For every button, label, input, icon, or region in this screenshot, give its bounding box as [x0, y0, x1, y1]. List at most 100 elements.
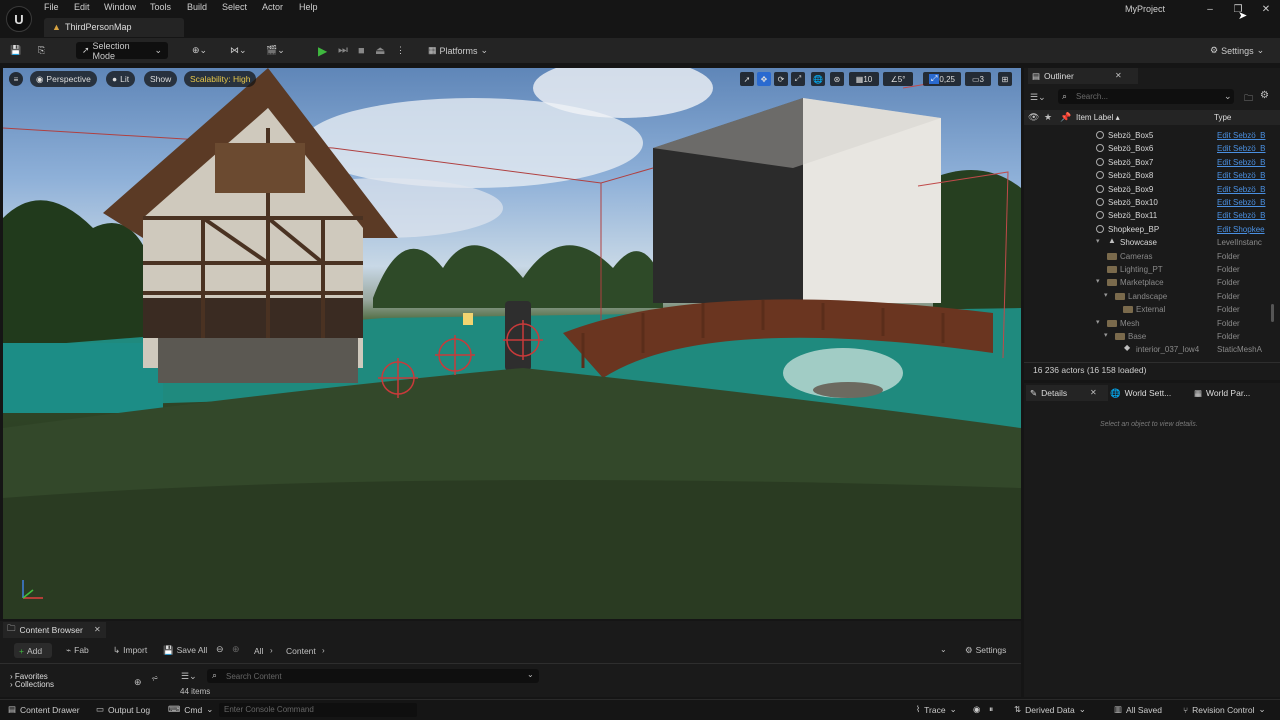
- level-viewport[interactable]: ≡ ◉ Perspective ● Lit Show Scalability: …: [3, 68, 1021, 619]
- source-control-icon[interactable]: ⎘: [38, 42, 45, 59]
- edit-blueprint-link[interactable]: Edit Sebzö_B: [1217, 198, 1277, 207]
- surface-snap-icon[interactable]: ⊛: [830, 72, 844, 86]
- settings-dropdown[interactable]: ⚙ Settings ⌄: [1210, 42, 1264, 59]
- item-label-column[interactable]: Item Label ▴: [1076, 113, 1120, 122]
- minimize-icon[interactable]: –: [1200, 1, 1220, 17]
- expand-arrow-icon[interactable]: ▾: [1096, 318, 1100, 326]
- history-back-icon[interactable]: ⊖: [216, 644, 224, 655]
- add-folder-icon[interactable]: 🗀: [1244, 91, 1253, 107]
- gear-icon[interactable]: ⚙: [1260, 90, 1269, 101]
- menu-build[interactable]: Build: [187, 2, 207, 12]
- outliner-folder-row[interactable]: ▾ Mesh Folder: [1024, 317, 1280, 330]
- pause-icon[interactable]: ⏸: [989, 704, 993, 715]
- console-command-input[interactable]: Enter Console Command: [219, 703, 417, 717]
- outliner-folder-row[interactable]: Cameras Folder: [1024, 250, 1280, 263]
- close-icon[interactable]: ✕: [1090, 388, 1097, 397]
- outliner-row[interactable]: Shopkeep_BP Edit Shopkee: [1024, 223, 1280, 236]
- content-search-input[interactable]: ⌕ Search Content ⌄: [207, 669, 539, 683]
- save-icon[interactable]: 💾: [10, 42, 21, 59]
- chevron-down-icon[interactable]: ⌄: [940, 645, 947, 654]
- expand-arrow-icon[interactable]: ▾: [1096, 237, 1100, 245]
- menu-actor[interactable]: Actor: [262, 2, 283, 12]
- camera-speed-button[interactable]: ▭ 3: [965, 72, 991, 86]
- collections-filter-icon[interactable]: ⩫: [151, 673, 159, 684]
- outliner-folder-row[interactable]: ▾ Marketplace Folder: [1024, 276, 1280, 289]
- expand-arrow-icon[interactable]: ▾: [1096, 277, 1100, 285]
- stop-icon[interactable]: ■: [358, 42, 365, 59]
- unreal-logo-icon[interactable]: U: [6, 6, 32, 32]
- scale-tool-icon[interactable]: ⤢: [791, 72, 805, 86]
- tab-content-browser[interactable]: 🗀 Content Browser: [3, 622, 106, 638]
- history-forward-icon[interactable]: ⊕: [232, 644, 240, 655]
- expand-arrow-icon[interactable]: ▾: [1104, 291, 1108, 299]
- edit-blueprint-link[interactable]: Edit Sebzö_B: [1217, 171, 1277, 180]
- viewport-menu-icon[interactable]: ≡: [9, 72, 23, 86]
- type-column[interactable]: Type: [1214, 113, 1231, 122]
- tab-map[interactable]: ▲ ThirdPersonMap: [44, 18, 184, 37]
- breadcrumb-content[interactable]: Content: [286, 646, 316, 656]
- favorite-icon[interactable]: ★: [1044, 112, 1052, 123]
- content-drawer-button[interactable]: ▤ Content Drawer: [8, 704, 80, 715]
- add-actor-icon[interactable]: ⊕⌄: [192, 42, 207, 59]
- menu-window[interactable]: Window: [104, 2, 136, 12]
- grid-snap-button[interactable]: ▦ 10: [849, 72, 879, 86]
- outliner-row[interactable]: Sebzö_Box5 Edit Sebzö_B: [1024, 129, 1280, 142]
- close-icon[interactable]: ✕: [1256, 1, 1276, 17]
- scalability-button[interactable]: Scalability: High: [184, 71, 257, 87]
- trace-dropdown[interactable]: ⌇ Trace ⌄: [916, 704, 957, 715]
- outliner-search-input[interactable]: ⌕ Search... ⌄: [1058, 89, 1234, 104]
- edit-blueprint-link[interactable]: Edit Shopkee: [1217, 225, 1277, 234]
- edit-blueprint-link[interactable]: Edit Sebzö_B: [1217, 185, 1277, 194]
- perspective-button[interactable]: ◉ Perspective: [30, 71, 97, 87]
- select-tool-icon[interactable]: ➚: [740, 72, 754, 86]
- outliner-folder-row[interactable]: ▾ Base Folder: [1024, 330, 1280, 343]
- pin-icon[interactable]: 📌: [1060, 112, 1071, 123]
- filter-icon[interactable]: ☰⌄: [1030, 92, 1046, 103]
- cmd-dropdown[interactable]: ⌨ Cmd ⌄: [168, 704, 213, 715]
- outliner-folder-row[interactable]: External Folder: [1024, 303, 1280, 316]
- record-icon[interactable]: ◉: [973, 704, 980, 715]
- outliner-row[interactable]: Sebzö_Box11 Edit Sebzö_B: [1024, 209, 1280, 222]
- outliner-folder-row[interactable]: Lighting_PT Folder: [1024, 263, 1280, 276]
- filter-icon[interactable]: ☰⌄: [181, 671, 197, 682]
- platforms-dropdown[interactable]: ▦ Platforms ⌄: [428, 42, 488, 59]
- menu-file[interactable]: File: [44, 2, 59, 12]
- outliner-folder-row[interactable]: ▾ Landscape Folder: [1024, 290, 1280, 303]
- selection-mode-dropdown[interactable]: ➚ Selection Mode ⌄: [76, 41, 168, 61]
- edit-blueprint-link[interactable]: Edit Sebzö_B: [1217, 131, 1277, 140]
- breadcrumb-all[interactable]: All: [254, 646, 263, 656]
- outliner-row[interactable]: Sebzö_Box6 Edit Sebzö_B: [1024, 142, 1280, 155]
- edit-blueprint-link[interactable]: Edit Sebzö_B: [1217, 144, 1277, 153]
- advance-frame-icon[interactable]: ⏭: [338, 42, 348, 59]
- edit-blueprint-link[interactable]: Edit Sebzö_B: [1217, 211, 1277, 220]
- revision-control-button[interactable]: ⑂ Revision Control ⌄: [1183, 704, 1266, 715]
- derived-data-button[interactable]: ⇅ Derived Data ⌄: [1014, 704, 1086, 715]
- rotate-tool-icon[interactable]: ⟳: [774, 72, 788, 86]
- all-saved-button[interactable]: ▥ All Saved: [1114, 704, 1162, 715]
- scale-snap-button[interactable]: ⤢ 0,25: [923, 72, 961, 86]
- visibility-icon[interactable]: 👁: [1028, 112, 1039, 123]
- close-icon[interactable]: ✕: [94, 625, 101, 634]
- more-options-icon[interactable]: ⋮: [396, 42, 405, 59]
- menu-edit[interactable]: Edit: [74, 2, 90, 12]
- outliner-row[interactable]: Sebzö_Box7 Edit Sebzö_B: [1024, 156, 1280, 169]
- tab-world-partition[interactable]: ▦ World Par...: [1194, 385, 1250, 401]
- translate-tool-icon[interactable]: ✥: [757, 72, 771, 86]
- add-button[interactable]: + Add: [14, 643, 52, 658]
- fab-button[interactable]: ⌁ Fab: [66, 645, 89, 656]
- menu-select[interactable]: Select: [222, 2, 247, 12]
- eject-icon[interactable]: ⏏: [375, 42, 385, 59]
- rotation-snap-button[interactable]: ∠ 5°: [883, 72, 913, 86]
- menu-help[interactable]: Help: [299, 2, 318, 12]
- menu-tools[interactable]: Tools: [150, 2, 171, 12]
- outliner-row[interactable]: Sebzö_Box8 Edit Sebzö_B: [1024, 169, 1280, 182]
- output-log-button[interactable]: ▭ Output Log: [96, 704, 150, 715]
- cb-settings-button[interactable]: ⚙ Settings: [965, 645, 1006, 656]
- lit-button[interactable]: ● Lit: [106, 71, 136, 87]
- edit-blueprint-link[interactable]: Edit Sebzö_B: [1217, 158, 1277, 167]
- play-icon[interactable]: ▶: [318, 42, 327, 59]
- expand-arrow-icon[interactable]: ▾: [1104, 331, 1108, 339]
- save-all-button[interactable]: 💾 Save All: [163, 645, 207, 656]
- maximize-viewport-icon[interactable]: ⊞: [998, 72, 1012, 86]
- cinematics-icon[interactable]: 🎬⌄: [266, 42, 285, 59]
